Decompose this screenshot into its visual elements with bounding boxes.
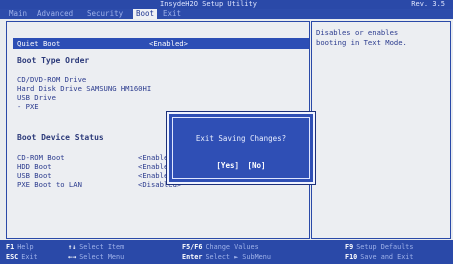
device-row-label: PXE Boot to LAN bbox=[17, 180, 82, 189]
key-action: Select Item bbox=[79, 243, 125, 251]
title-bar: InsydeH2O Setup Utility Rev. 3.5 bbox=[0, 0, 453, 9]
key-label: ↑↓ bbox=[68, 243, 77, 251]
tab-exit[interactable]: Exit bbox=[160, 9, 184, 19]
exit-saving-dialog: Exit Saving Changes? [Yes] [No] bbox=[167, 112, 315, 184]
key-action: Select Menu bbox=[79, 253, 125, 261]
tab-boot[interactable]: Boot bbox=[133, 9, 158, 19]
key-action: Help bbox=[17, 243, 34, 251]
quiet-boot-label: Quiet Boot bbox=[17, 39, 61, 48]
tab-advanced[interactable]: Advanced bbox=[34, 9, 76, 19]
key-action: Change Values bbox=[205, 243, 259, 251]
key-help-footer: F1 Help ESC Exit ↑↓ Select Item ←→ Select Me… bbox=[0, 240, 453, 264]
boot-type-order-heading: Boot Type Order bbox=[17, 56, 90, 65]
device-row-label: HDD Boot bbox=[17, 162, 52, 171]
boot-device-status-heading: Boot Device Status bbox=[17, 133, 104, 142]
bios-screen: InsydeH2O Setup Utility Rev. 3.5 Main Ad… bbox=[0, 0, 453, 264]
key-label: ←→ bbox=[68, 253, 77, 261]
device-row-label: CD-ROM Boot bbox=[17, 153, 65, 162]
boot-order-item[interactable]: - PXE bbox=[17, 102, 39, 111]
key-label: ESC bbox=[6, 253, 19, 261]
help-panel: Disables or enables booting in Text Mode… bbox=[311, 21, 451, 239]
key-label: F9 bbox=[345, 243, 354, 251]
key-action: Save and Exit bbox=[360, 253, 414, 261]
boot-order-item[interactable]: USB Drive bbox=[17, 93, 56, 102]
footer-key-save-exit: F10 Save and Exit bbox=[345, 253, 413, 261]
footer-key-change-values: F5/F6 Change Values bbox=[182, 243, 259, 251]
device-row-label: USB Boot bbox=[17, 171, 52, 180]
revision-label: Rev. 3.5 bbox=[411, 0, 445, 8]
key-action: Setup Defaults bbox=[356, 243, 414, 251]
footer-key-setup-defaults: F9 Setup Defaults bbox=[345, 243, 413, 251]
no-button[interactable]: [No] bbox=[246, 161, 268, 170]
footer-key-select-menu: ←→ Select Menu bbox=[68, 253, 124, 261]
key-action: Select ► SubMenu bbox=[205, 253, 271, 261]
dialog-frame: Exit Saving Changes? [Yes] [No] bbox=[172, 117, 310, 179]
tab-main[interactable]: Main bbox=[6, 9, 30, 19]
boot-order-item[interactable]: CD/DVD-ROM Drive bbox=[17, 75, 86, 84]
footer-key-exit: ESC Exit bbox=[6, 253, 38, 261]
help-text: Disables or enables booting in Text Mode… bbox=[316, 28, 407, 47]
key-label: F1 bbox=[6, 243, 15, 251]
key-action: Exit bbox=[21, 253, 38, 261]
boot-order-item[interactable]: Hard Disk Drive SAMSUNG HM160HI bbox=[17, 84, 151, 93]
key-label: Enter bbox=[182, 253, 203, 261]
key-label: F5/F6 bbox=[182, 243, 203, 251]
menu-tab-bar: Main Advanced Security Boot Exit bbox=[0, 9, 453, 19]
tab-security[interactable]: Security bbox=[84, 9, 126, 19]
footer-key-select-item: ↑↓ Select Item bbox=[68, 243, 124, 251]
dialog-title: Exit Saving Changes? bbox=[195, 134, 287, 143]
app-title: InsydeH2O Setup Utility bbox=[160, 0, 257, 8]
dialog-buttons: [Yes] [No] bbox=[173, 161, 309, 170]
footer-key-select-submenu: Enter Select ► SubMenu bbox=[182, 253, 271, 261]
quiet-boot-row[interactable]: Quiet Boot <Enabled> bbox=[13, 38, 309, 49]
quiet-boot-value[interactable]: <Enabled> bbox=[149, 39, 188, 48]
yes-button[interactable]: [Yes] bbox=[214, 161, 241, 170]
footer-key-help: F1 Help bbox=[6, 243, 34, 251]
key-label: F10 bbox=[345, 253, 358, 261]
